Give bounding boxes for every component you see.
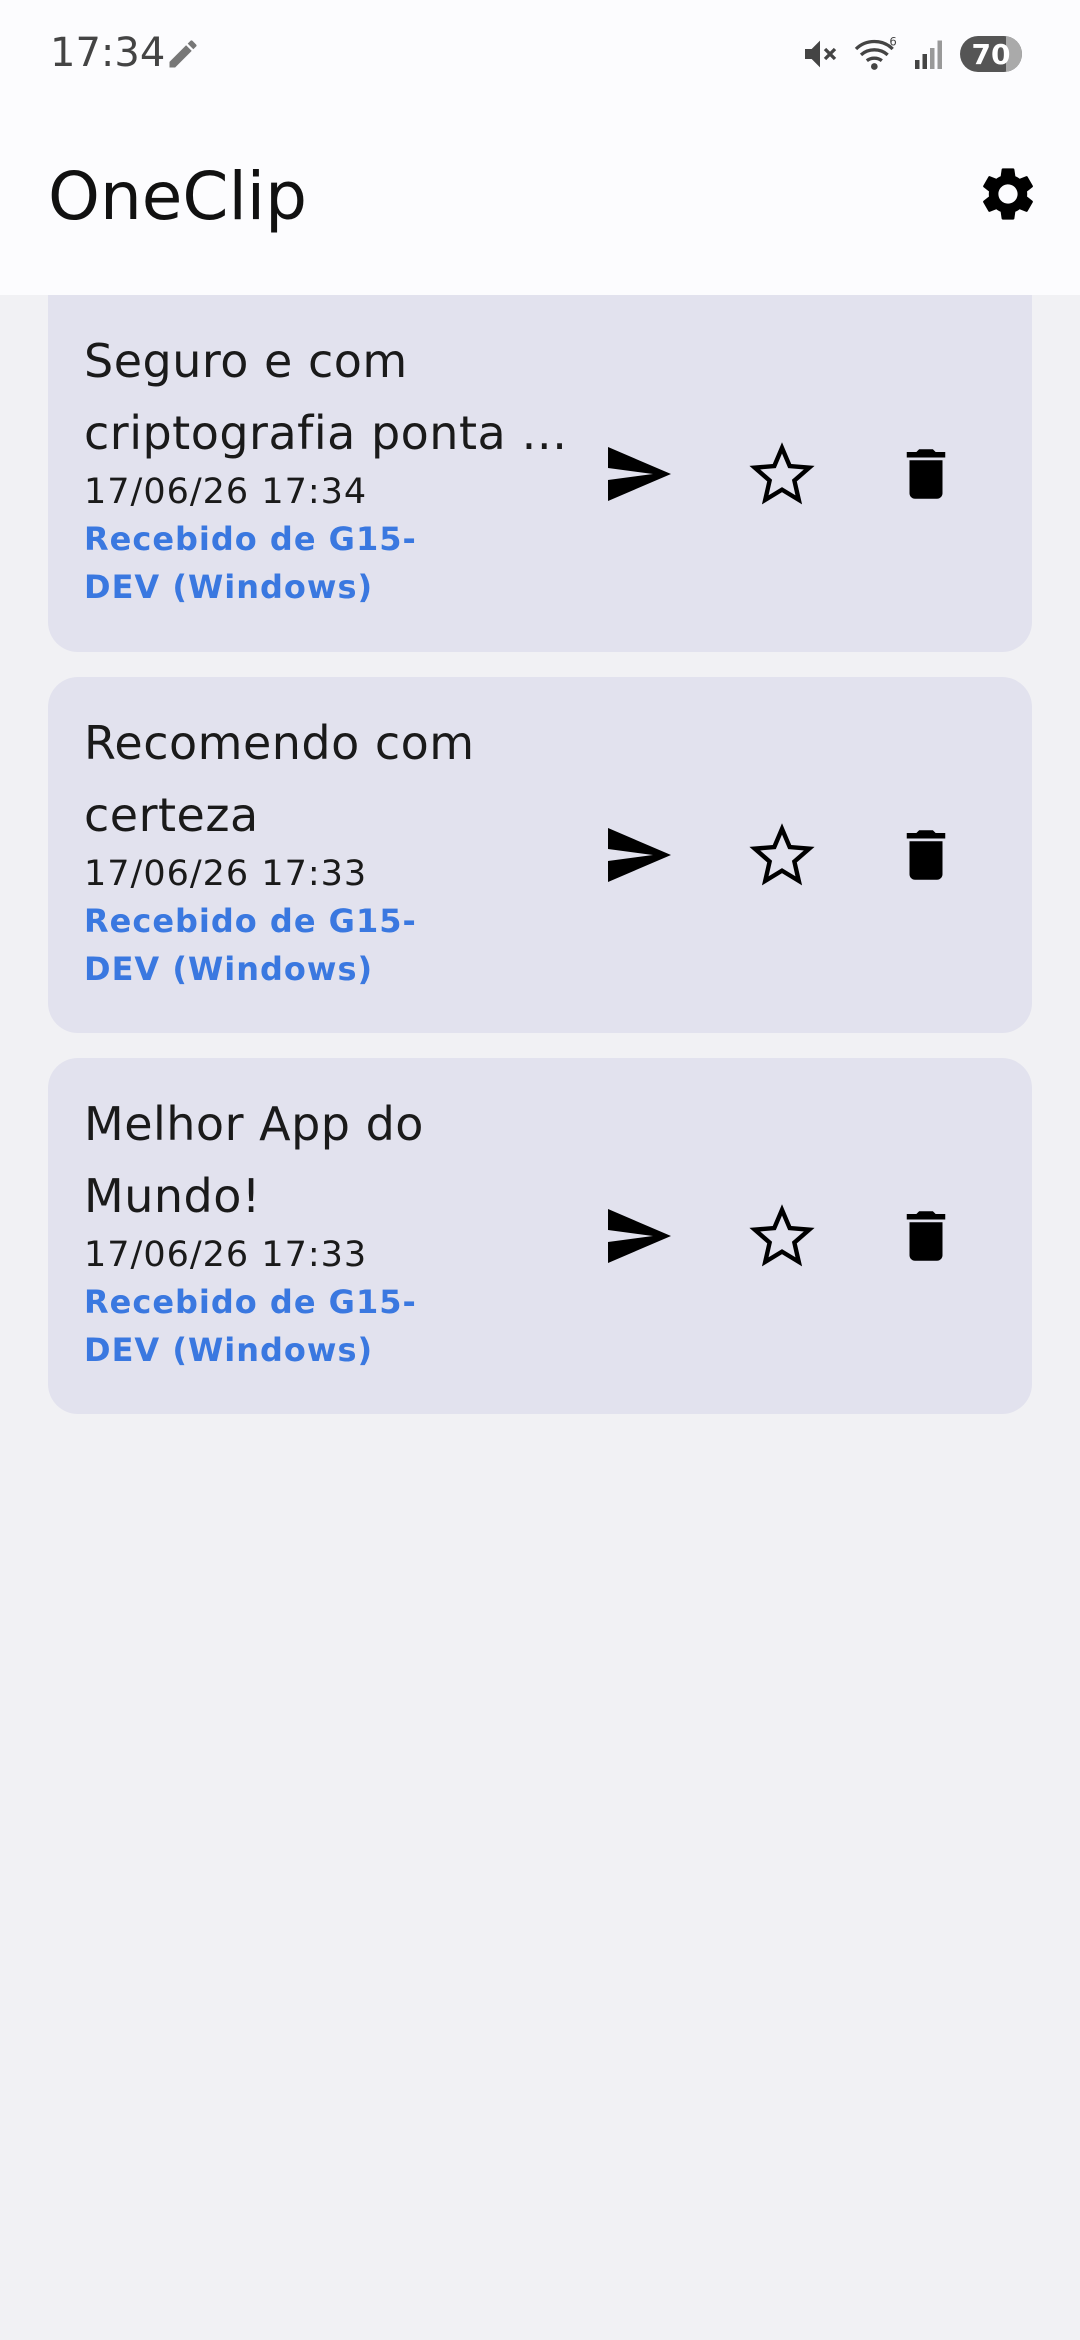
send-button[interactable] — [588, 805, 688, 905]
delete-button[interactable] — [876, 424, 976, 524]
clip-source: Recebido de G15-DEV (Windows) — [84, 1283, 417, 1369]
star-outline-icon — [749, 441, 815, 504]
clip-date: 17/06/26 17:33 — [84, 1235, 368, 1275]
star-outline-icon — [749, 1204, 815, 1267]
clip-card[interactable]: Melhor App do Mundo! 17/06/26 17:33 Rece… — [48, 1058, 1032, 1414]
pencil-icon — [169, 40, 197, 68]
delete-button[interactable] — [876, 1186, 976, 1286]
delete-button[interactable] — [876, 805, 976, 905]
settings-button[interactable] — [964, 150, 1052, 238]
clip-card[interactable]: Seguro e com criptografia ponta a ponta … — [48, 295, 1032, 652]
send-button[interactable] — [588, 1186, 688, 1286]
mute-icon — [805, 40, 837, 68]
send-icon — [608, 828, 671, 882]
star-outline-icon — [749, 823, 815, 886]
battery-level: 70 — [971, 37, 1011, 71]
clip-date: 17/06/26 17:33 — [84, 854, 368, 894]
clip-list: Seguro e com criptografia ponta a ponta … — [48, 295, 1032, 1439]
trash-icon — [906, 448, 946, 499]
send-button[interactable] — [588, 424, 688, 524]
send-icon — [608, 1209, 671, 1263]
gear-icon — [983, 168, 1033, 220]
app-bar: OneClip — [0, 100, 1080, 295]
trash-icon — [906, 1211, 946, 1261]
clip-text: Recomendo com certeza — [84, 716, 475, 842]
favorite-button[interactable] — [732, 1186, 832, 1286]
favorite-button[interactable] — [732, 424, 832, 524]
clip-source: Recebido de G15-DEV (Windows) — [84, 902, 417, 988]
battery-icon: 70 — [960, 36, 1022, 72]
clip-text: Seguro e com criptografia ponta a ponta — [84, 334, 550, 460]
trash-icon — [906, 830, 946, 880]
status-time: 17:34 — [50, 30, 166, 76]
send-icon — [608, 446, 671, 501]
app-title: OneClip — [48, 158, 308, 235]
svg-text:6: 6 — [889, 35, 896, 49]
status-bar: 17:34 6 70 — [0, 0, 1080, 100]
wifi-icon: 6 — [854, 35, 897, 70]
favorite-button[interactable] — [732, 805, 832, 905]
clip-card[interactable]: Recomendo com certeza 17/06/26 17:33 Rec… — [48, 677, 1032, 1033]
clip-text: Melhor App do Mundo! — [84, 1097, 424, 1223]
clip-date: 17/06/26 17:34 — [84, 472, 368, 512]
clip-source: Recebido de G15-DEV (Windows) — [84, 520, 417, 606]
signal-icon — [915, 40, 942, 69]
